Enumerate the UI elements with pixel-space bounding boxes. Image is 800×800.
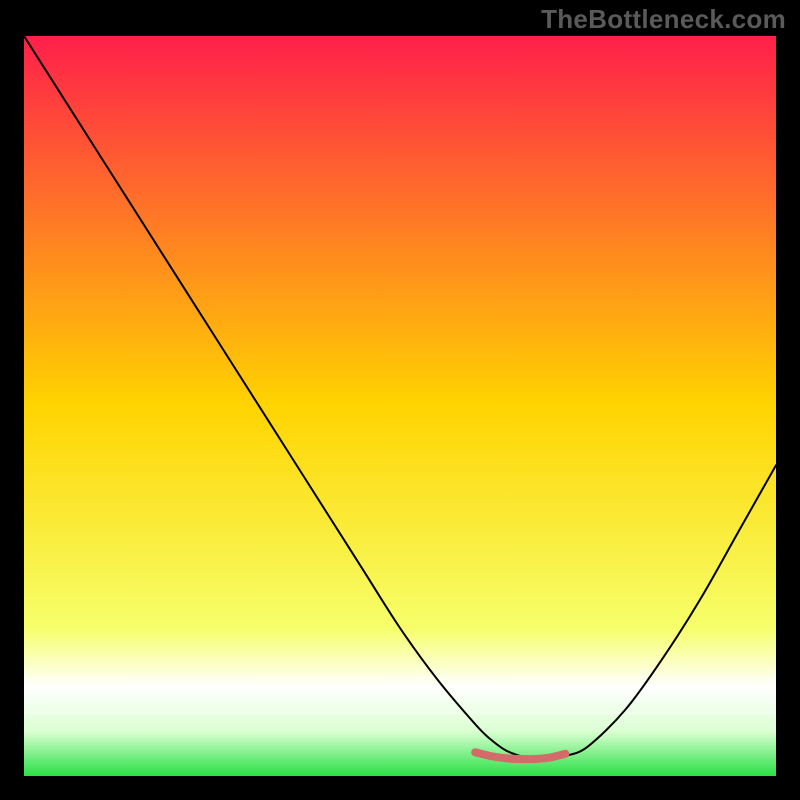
chart-frame: TheBottleneck.com [0,0,800,800]
watermark-text: TheBottleneck.com [541,4,786,35]
plot-svg [24,36,776,776]
plot-area [24,36,776,776]
gradient-background [24,36,776,776]
